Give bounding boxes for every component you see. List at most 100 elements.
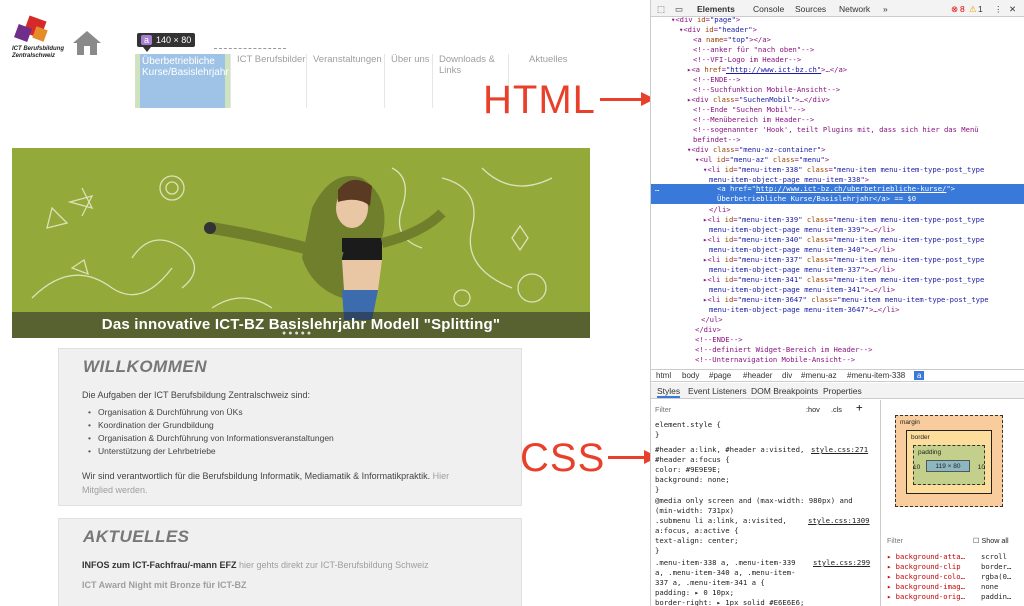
computed-prop[interactable]: ▸ background-colo…: [887, 572, 965, 581]
style-line: @media only screen and (max-width: 980px…: [655, 496, 853, 505]
box-padding-left: 10: [913, 464, 921, 471]
tab-properties[interactable]: Properties: [823, 386, 862, 396]
box-padding: padding 10 10 119 × 80: [913, 445, 985, 485]
style-line: a:focus, a:active {: [655, 526, 739, 535]
welcome-list-item: Organisation & Durchführung von Informat…: [88, 433, 334, 443]
nav-item-ueber-uns[interactable]: Über uns: [384, 54, 432, 108]
nav-item-veranstaltungen[interactable]: Veranstaltungen: [306, 54, 384, 108]
ict-logo[interactable]: ICT Berufsbildung Zentralschweiz: [12, 15, 64, 62]
show-all-checkbox[interactable]: ☐ Show all: [973, 536, 1009, 545]
box-padding-label: padding: [918, 449, 942, 456]
style-source-link[interactable]: style.css:271: [811, 445, 868, 455]
kebab-menu-icon[interactable]: ⋮: [994, 4, 1003, 15]
style-line: }: [655, 485, 660, 494]
box-border-label: border: [911, 434, 930, 441]
dom-breadcrumb: html body #page #header div #menu-az #me…: [651, 369, 1024, 382]
computed-filter-input[interactable]: Filter: [887, 536, 903, 545]
devtools-panel: ⬚ ▭ Elements Console Sources Network » ⊗…: [650, 0, 1024, 606]
hero-banner[interactable]: Das innovative ICT-BZ Basislehrjahr Mode…: [12, 148, 590, 338]
computed-prop[interactable]: ▸ background-imag…: [887, 582, 965, 591]
style-line: (min-width: 731px): [655, 506, 735, 515]
warning-icon[interactable]: ⚠: [969, 4, 977, 15]
css-arrow: [608, 456, 648, 459]
computed-value: scroll: [981, 552, 1007, 561]
devtools-toolbar: ⬚ ▭ Elements Console Sources Network » ⊗…: [651, 0, 1024, 17]
news-item[interactable]: INFOS zum ICT-Fachfrau/-mann EFZ hier ge…: [82, 560, 429, 570]
warning-count: 1: [978, 4, 983, 14]
tab-sources[interactable]: Sources: [795, 4, 826, 14]
member-link[interactable]: Hier: [433, 471, 450, 481]
tab-event-listeners[interactable]: Event Listeners: [688, 386, 747, 396]
error-count: 8: [960, 4, 965, 14]
box-border: border padding 10 10 119 × 80: [906, 430, 992, 494]
computed-value: border…: [981, 562, 1012, 571]
crumb-page[interactable]: #page: [709, 371, 731, 380]
box-margin-label: margin: [900, 419, 920, 426]
style-line[interactable]: text-align: center;: [655, 536, 738, 546]
style-line[interactable]: color: #9E9E9E;: [655, 465, 721, 475]
computed-prop[interactable]: ▸ background-clip: [887, 562, 961, 571]
styles-filter-input[interactable]: Filter: [655, 405, 671, 415]
css-annotation: CSS: [520, 436, 606, 480]
hov-toggle[interactable]: :hov: [806, 405, 820, 415]
style-source-link[interactable]: style.css:1309: [808, 516, 870, 526]
error-icon[interactable]: ⊗: [951, 4, 958, 15]
style-line: a, .menu-item-340 a, .menu-item-: [655, 568, 796, 577]
style-line: 337 a, .menu-item-341 a {: [655, 578, 765, 587]
styles-pane: Filter :hov .cls + element.style { } #he…: [651, 400, 881, 606]
device-toggle-icon[interactable]: ▭: [675, 4, 683, 15]
tab-network[interactable]: Network: [839, 4, 870, 14]
tooltip-arrow: [143, 47, 151, 52]
element-size-tooltip: a 140 × 80: [137, 33, 196, 47]
crumb-menu-item[interactable]: #menu-item-338: [847, 371, 905, 380]
news-item[interactable]: ICT Award Night mit Bronze für ICT-BZ: [82, 580, 247, 590]
crumb-a[interactable]: a: [914, 371, 925, 380]
tab-styles[interactable]: Styles: [657, 386, 681, 398]
computed-prop[interactable]: ▸ background-orig…: [887, 592, 965, 601]
crumb-menu-az[interactable]: #menu-az: [801, 371, 837, 380]
box-content: 119 × 80: [926, 460, 970, 472]
slider-dots[interactable]: ●●●●●: [282, 330, 313, 337]
style-source-link[interactable]: style.css:299: [813, 558, 870, 568]
nav-item-ueberbetriebliche-kurse[interactable]: Überbetriebliche Kurse/Basislehrjahr: [135, 54, 230, 108]
computed-prop[interactable]: ▸ background-atta…: [887, 552, 965, 561]
box-model-diagram: margin border padding 10 10 119 × 80: [895, 415, 1003, 507]
close-icon[interactable]: ✕: [1009, 4, 1016, 15]
tab-elements[interactable]: Elements: [697, 4, 735, 14]
style-line: }: [655, 546, 660, 555]
home-icon[interactable]: [72, 30, 102, 56]
crumb-header[interactable]: #header: [743, 371, 772, 380]
crumb-div[interactable]: div: [782, 371, 792, 380]
member-link-continued[interactable]: Mitglied werden.: [82, 485, 148, 495]
style-line[interactable]: padding: ▸ 0 10px;: [655, 588, 734, 598]
highlight-guide-line: [214, 48, 286, 49]
style-line[interactable]: background: none;: [655, 475, 730, 485]
crumb-body[interactable]: body: [682, 371, 699, 380]
welcome-intro: Die Aufgaben der ICT Berufsbildung Zentr…: [82, 390, 310, 400]
more-tabs-button[interactable]: »: [883, 4, 888, 14]
nav-item-label: Überbetriebliche Kurse/Basislehrjahr: [142, 56, 229, 78]
hero-illustration: [31, 167, 553, 320]
show-all-label: Show all: [981, 536, 1009, 545]
tab-dom-breakpoints[interactable]: DOM Breakpoints: [751, 386, 818, 396]
computed-pane: Filter ☐ Show all ▸ background-atta… scr…: [883, 530, 1024, 606]
welcome-title: WILLKOMMEN: [83, 357, 207, 376]
computed-value: paddin…: [981, 592, 1012, 601]
tab-console[interactable]: Console: [753, 4, 784, 14]
dom-tree[interactable]: ▾<div id="page"> ▾<div id="header"> <a n…: [651, 17, 1024, 369]
style-line: }: [655, 430, 660, 439]
inspect-icon[interactable]: ⬚: [657, 4, 665, 15]
html-annotation: HTML: [483, 78, 596, 122]
add-rule-icon[interactable]: +: [856, 402, 863, 413]
computed-value: rgba(0…: [981, 572, 1012, 581]
style-line: element.style {: [655, 420, 721, 429]
crumb-html[interactable]: html: [656, 371, 671, 380]
cls-toggle[interactable]: .cls: [831, 405, 842, 415]
selected-dom-node[interactable]: … <a href="http://www.ict-bz.ch/uberbetr…: [651, 184, 1024, 204]
style-line[interactable]: border-right: ▸ 1px solid #E6E6E6;: [655, 598, 804, 606]
nav-item-berufsbilder[interactable]: ICT Berufsbilder: [230, 54, 306, 108]
news-title: AKTUELLES: [83, 527, 190, 546]
style-line: .submenu li a:link, a:visited,: [655, 516, 787, 525]
style-line: .menu-item-338 a, .menu-item-339: [655, 558, 796, 567]
style-line: #header a:focus {: [655, 455, 730, 464]
